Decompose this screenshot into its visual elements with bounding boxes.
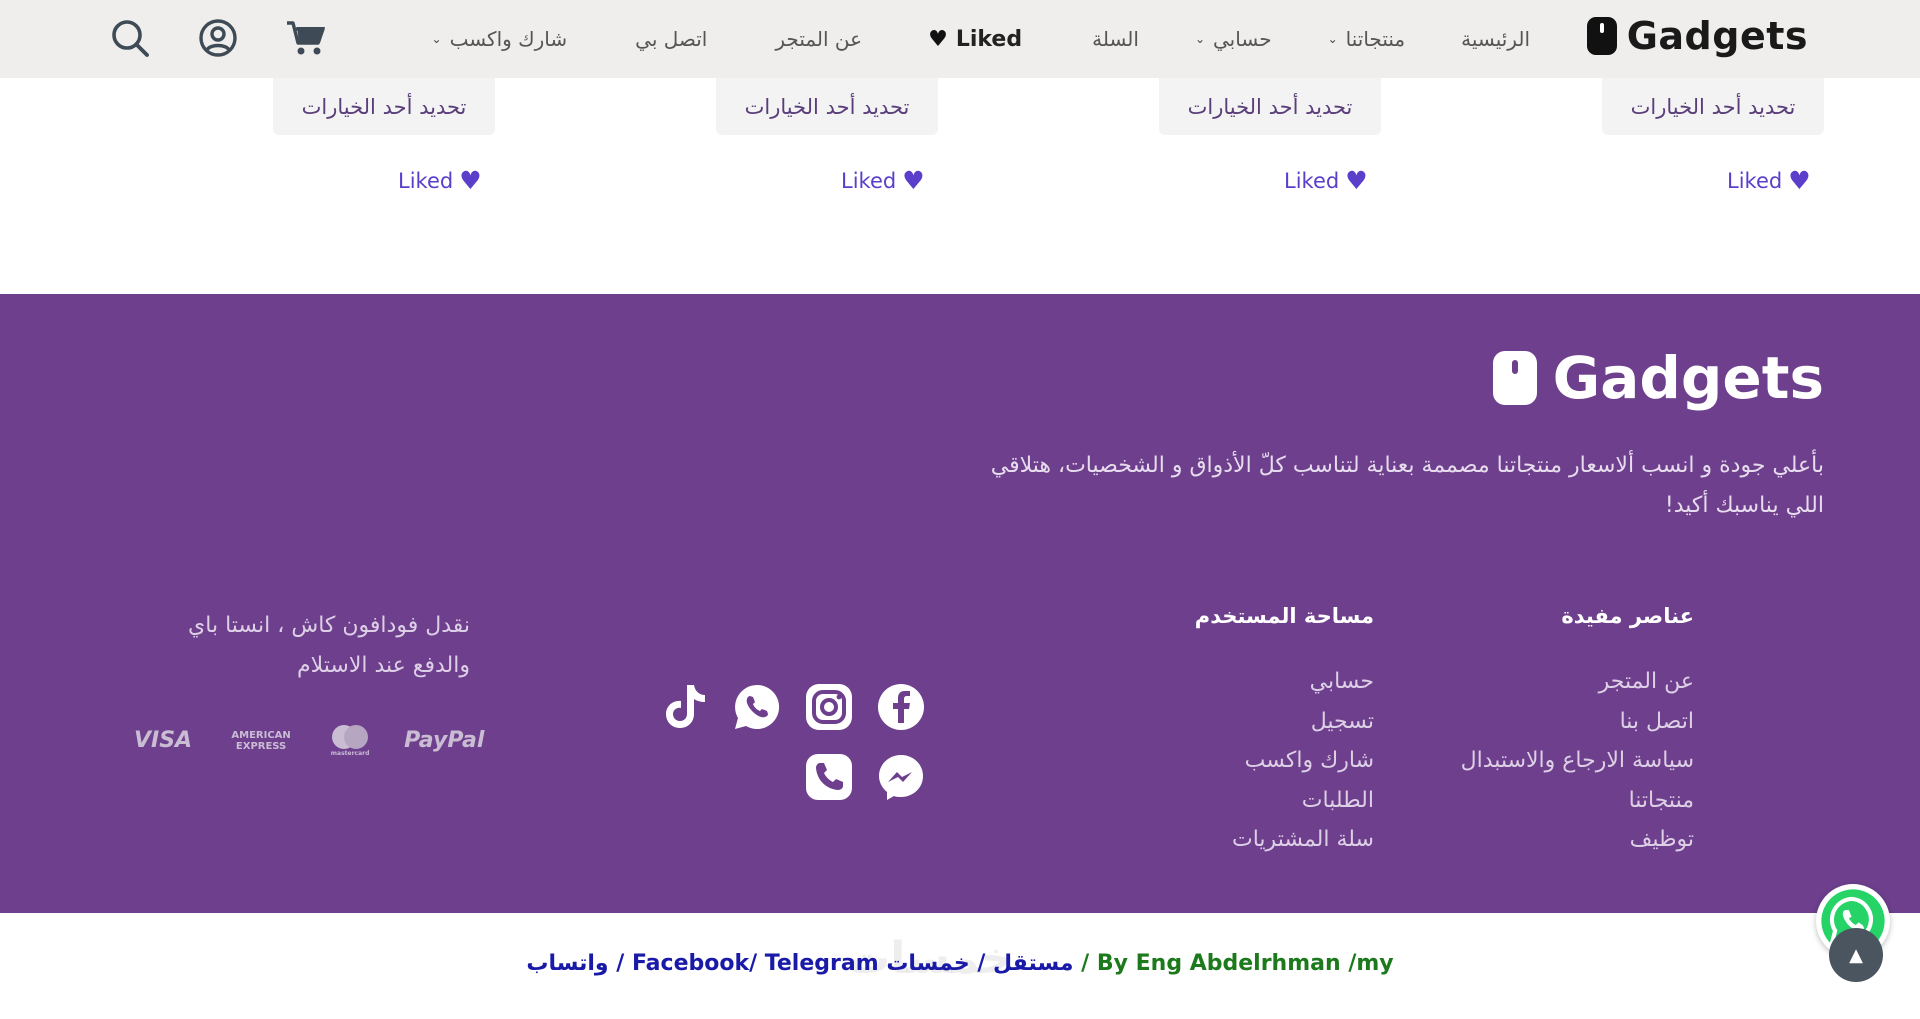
site-header: Gadgets الرئيسية منتجاتنا ⌄ حسابي ⌄ السلة … — [0, 0, 1920, 78]
footer-description: بأعلي جودة و انسب ألاسعار منتجاتنا مصممة… — [990, 453, 1824, 518]
chevron-down-icon: ⌄ — [1194, 32, 1206, 46]
paypal-logo: PayPal — [404, 728, 485, 753]
like-button[interactable]: Liked ♥ — [1284, 166, 1368, 195]
search-icon[interactable] — [108, 16, 152, 60]
heart-icon: ♥ — [928, 26, 948, 52]
account-icon[interactable] — [196, 16, 240, 60]
footer-useful-links: عناصر مفيدة عن المتجر اتصل بنا سياسة الا… — [1461, 604, 1694, 860]
main-nav: الرئيسية منتجاتنا ⌄ حسابي ⌄ السلة ♥ Liked ع… — [432, 0, 1530, 78]
mouse-logo-icon — [1492, 351, 1537, 405]
header-logo[interactable]: Gadgets — [1586, 14, 1808, 58]
select-options-button[interactable]: تحديد أحد الخيارات — [716, 78, 938, 135]
payment-methods-text: نقدل فودافون كاش ، انستا باي والدفع عند … — [188, 613, 470, 678]
footer-logo[interactable]: Gadgets — [1492, 344, 1824, 412]
like-button[interactable]: Liked ♥ — [841, 166, 925, 195]
select-options-button[interactable]: تحديد أحد الخيارات — [1602, 78, 1824, 135]
footer-link[interactable]: شارك واكسب — [1195, 741, 1374, 781]
mastercard-logo: mastercard — [330, 724, 370, 757]
instagram-icon[interactable] — [804, 682, 854, 732]
heart-icon: ♥ — [1788, 166, 1811, 195]
whatsapp-icon[interactable] — [732, 682, 782, 732]
nav-products[interactable]: منتجاتنا ⌄ — [1328, 27, 1406, 51]
chevron-down-icon: ⌄ — [431, 32, 442, 46]
cart-icon[interactable] — [284, 16, 328, 60]
footer-link[interactable]: سلة المشتريات — [1195, 820, 1374, 860]
site-footer: Gadgets بأعلي جودة و انسب ألاسعار منتجات… — [0, 294, 1920, 913]
nav-home[interactable]: الرئيسية — [1461, 27, 1530, 51]
footer-logo-text: Gadgets — [1552, 344, 1824, 412]
heart-icon: ♥ — [459, 166, 482, 195]
nav-contact[interactable]: اتصل بي — [635, 27, 707, 51]
like-button[interactable]: Liked ♥ — [1727, 166, 1811, 195]
nav-account[interactable]: حسابي ⌄ — [1195, 27, 1272, 51]
footer-link[interactable]: توظيف — [1461, 820, 1694, 860]
khamsat-link[interactable]: خمسات — [886, 951, 969, 976]
visa-logo: VISA — [134, 728, 193, 753]
nav-cart[interactable]: السلة — [1092, 27, 1139, 51]
product-grid-bottom: تحديد أحد الخيارات تحديد أحد الخيارات تح… — [0, 78, 1920, 294]
select-options-button[interactable]: تحديد أحد الخيارات — [1159, 78, 1381, 135]
mostaql-link[interactable]: مستقل — [993, 951, 1073, 976]
column-title: مساحة المستخدم — [1194, 604, 1374, 628]
payment-logos: VISA AMERICAN EXPRESS mastercard PayPal — [134, 724, 484, 757]
chevron-up-icon: ▲ — [1849, 944, 1863, 966]
scroll-to-top-button[interactable]: ▲ — [1829, 928, 1883, 982]
heart-icon: ♥ — [1345, 166, 1368, 195]
footer-link[interactable]: تسجيل — [1195, 702, 1374, 742]
facebook-link[interactable]: Facebook — [632, 951, 749, 976]
social-icons — [592, 682, 926, 802]
header-icons — [108, 16, 328, 60]
amex-logo: AMERICAN EXPRESS — [231, 729, 291, 752]
mouse-logo-icon — [1586, 17, 1617, 55]
heart-icon: ♥ — [902, 166, 925, 195]
column-title: عناصر مفيدة — [1561, 604, 1694, 628]
telegram-link[interactable]: Telegram — [765, 951, 879, 976]
logo-text: Gadgets — [1626, 14, 1808, 58]
footer-user-area: مساحة المستخدم حسابي تسجيل شارك واكسب ال… — [1195, 604, 1374, 860]
facebook-icon[interactable] — [876, 682, 926, 732]
footer-link[interactable]: حسابي — [1195, 662, 1374, 702]
author-credit: By Eng Abdelrhman — [1096, 951, 1341, 976]
nav-share-earn[interactable]: شارك واكسب ⌄ — [432, 27, 568, 51]
footer-link[interactable]: اتصل بنا — [1461, 702, 1694, 742]
credits-line: واتساب / Facebook/ Telegram مستقل / خمسا… — [526, 951, 1394, 976]
credit-prefix: /my — [1348, 951, 1394, 976]
nav-about[interactable]: عن المتجر — [775, 27, 862, 51]
nav-liked[interactable]: ♥ Liked — [928, 27, 1022, 52]
messenger-icon[interactable] — [876, 752, 926, 802]
bottom-credits-bar: خمسات واتساب / Facebook/ Telegram مستقل … — [0, 913, 1920, 1019]
tiktok-icon[interactable] — [660, 682, 710, 732]
phone-icon[interactable] — [804, 752, 854, 802]
footer-link[interactable]: منتجاتنا — [1461, 781, 1694, 821]
like-button[interactable]: Liked ♥ — [398, 166, 482, 195]
select-options-button[interactable]: تحديد أحد الخيارات — [273, 78, 495, 135]
whatsapp-link[interactable]: واتساب — [526, 951, 608, 976]
chevron-down-icon: ⌄ — [1327, 32, 1338, 46]
footer-link[interactable]: الطلبات — [1195, 781, 1374, 821]
footer-link[interactable]: سياسة الارجاع والاستبدال — [1461, 741, 1694, 781]
footer-link[interactable]: عن المتجر — [1461, 662, 1694, 702]
